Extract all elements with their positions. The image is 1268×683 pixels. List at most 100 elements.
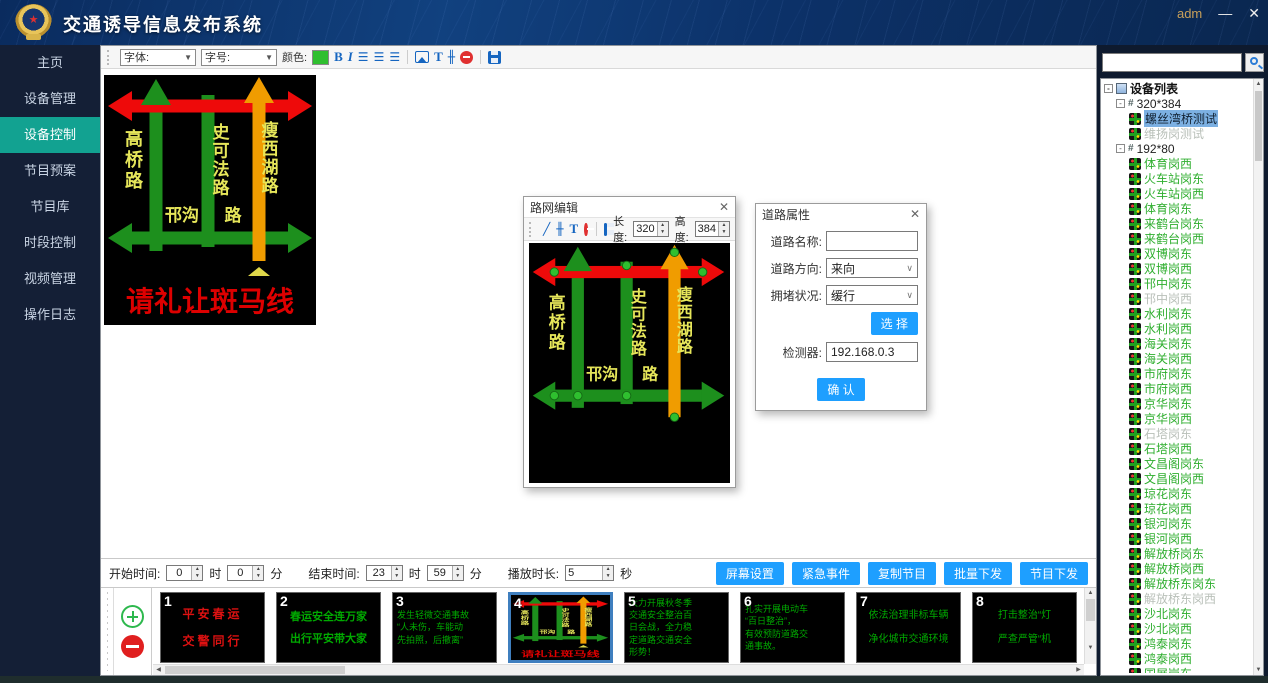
text-tool-button[interactable]: T [569, 221, 578, 237]
search-button[interactable] [1245, 53, 1264, 72]
close-icon[interactable]: ✕ [719, 200, 729, 214]
select-button[interactable]: 选 择 [871, 312, 918, 335]
start-hour-spinner[interactable]: 0▲▼ [166, 565, 203, 581]
tree-node-device[interactable]: 石塔岗东 [1103, 426, 1252, 441]
tree-node-device[interactable]: 沙北岗西 [1103, 621, 1252, 636]
save-button[interactable] [488, 51, 501, 64]
playlist-item[interactable]: 4高桥路史可法路瘦西湖路邗沟路请礼让斑马线 [508, 592, 613, 663]
spinner-up-icon[interactable]: ▲ [392, 566, 402, 573]
tree-node-device[interactable]: 鸿泰岗西 [1103, 651, 1252, 666]
spinner-up-icon[interactable]: ▲ [719, 222, 729, 229]
scroll-up-icon[interactable]: ▲ [1254, 79, 1263, 89]
tree-node-device[interactable]: 来鹤台岗西 [1103, 231, 1252, 246]
align-right-icon[interactable]: ☰ [389, 50, 400, 64]
playlist-item[interactable]: 1平安春运 交警同行 [160, 592, 265, 663]
direction-select[interactable]: 来向∨ [826, 258, 918, 278]
spinner-down-icon[interactable]: ▼ [603, 573, 613, 580]
tree-node-device[interactable]: 解放桥东岗东 [1103, 576, 1252, 591]
confirm-button[interactable]: 确 认 [817, 378, 864, 401]
sidebar-item[interactable]: 时段控制 [0, 225, 100, 261]
image-button[interactable] [415, 51, 429, 63]
action-button[interactable]: 节目下发 [1020, 562, 1088, 585]
tree-scrollbar[interactable]: ▲ ▼ [1253, 79, 1263, 675]
remove-button[interactable] [460, 51, 473, 64]
sidebar-item[interactable]: 设备管理 [0, 81, 100, 117]
spinner-up-icon[interactable]: ▲ [192, 566, 202, 573]
tree-node-device[interactable]: 螺丝湾桥测试 [1103, 111, 1252, 126]
tree-node-device[interactable]: 琼花岗西 [1103, 501, 1252, 516]
spinner-down-icon[interactable]: ▼ [253, 573, 263, 580]
tree-node-device[interactable]: 沙北岗东 [1103, 606, 1252, 621]
align-left-icon[interactable]: ☰ [358, 50, 369, 64]
tree-node-device[interactable]: 来鹤台岗东 [1103, 216, 1252, 231]
scroll-down-icon[interactable]: ▼ [1254, 665, 1263, 675]
tree-node-device[interactable]: 海关岗西 [1103, 351, 1252, 366]
remove-button[interactable] [584, 223, 587, 236]
action-button[interactable]: 紧急事件 [792, 562, 860, 585]
playlist-item[interactable]: 5大力开展秋冬季 交通安全整治百 日会战，全力稳 定道路交通安全 形势！ [624, 592, 729, 663]
tree-node-device[interactable]: 市府岗东 [1103, 366, 1252, 381]
spinner-up-icon[interactable]: ▲ [253, 566, 263, 573]
close-icon[interactable]: ✕ [910, 207, 920, 221]
playlist-item[interactable]: 7依法治理非标车辆 净化城市交通环境 [856, 592, 961, 663]
tree-node-device[interactable]: 琼花岗东 [1103, 486, 1252, 501]
tree-node-device[interactable]: 京华岗西 [1103, 411, 1252, 426]
expand-icon[interactable]: - [1104, 84, 1113, 93]
sidebar-item[interactable]: 设备控制 [0, 117, 100, 153]
tree-node-device[interactable]: 邗中岗东 [1103, 276, 1252, 291]
toolbar-grip[interactable] [107, 50, 111, 65]
action-button[interactable]: 批量下发 [944, 562, 1012, 585]
spinner-up-icon[interactable]: ▲ [453, 566, 463, 573]
duration-spinner[interactable]: 5▲▼ [565, 565, 614, 581]
sidebar-item[interactable]: 节目预案 [0, 153, 100, 189]
scrollbar-thumb[interactable] [1086, 599, 1095, 621]
scroll-up-icon[interactable]: ▲ [1085, 588, 1096, 598]
tree-node-device[interactable]: 解放桥岗西 [1103, 561, 1252, 576]
minimize-button[interactable]: — [1218, 4, 1232, 22]
font-select[interactable]: 字体:▼ [120, 49, 196, 66]
edit-handle[interactable] [670, 413, 678, 421]
tree-node-device[interactable]: 解放桥岗东 [1103, 546, 1252, 561]
bold-button[interactable]: B [334, 49, 343, 65]
add-item-button[interactable] [121, 605, 144, 628]
playlist-item[interactable]: 8打击整治“灯 严查严管“机 [972, 592, 1077, 663]
spinner-down-icon[interactable]: ▼ [192, 573, 202, 580]
align-center-icon[interactable]: ☰ [374, 50, 385, 64]
action-button[interactable]: 屏幕设置 [716, 562, 784, 585]
detector-input[interactable]: 192.168.0.3 [826, 342, 918, 362]
action-button[interactable]: 复制节目 [868, 562, 936, 585]
spinner-down-icon[interactable]: ▼ [658, 229, 668, 236]
road-edit-canvas[interactable]: 高桥路史可法路瘦西湖路邗沟路 [529, 243, 730, 483]
road-diagram[interactable]: 高桥路史可法路瘦西湖路邗沟路 [529, 243, 728, 435]
tree-node-device[interactable]: 火车站岗东 [1103, 171, 1252, 186]
edit-handle[interactable] [698, 268, 706, 276]
distribute-icon[interactable]: ╫ [448, 50, 455, 64]
color-swatch[interactable] [312, 50, 329, 65]
tree-node-device[interactable]: 维扬岗测试 [1103, 126, 1252, 141]
spinner-down-icon[interactable]: ▼ [719, 229, 729, 236]
distribute-icon[interactable]: ╫ [556, 222, 563, 236]
tree-node-device[interactable]: 火车站岗西 [1103, 186, 1252, 201]
end-minute-spinner[interactable]: 59▲▼ [427, 565, 464, 581]
playlist-item[interactable]: 3发生轻微交通事故 “人未伤，车能动 先拍照，后撤离” [392, 592, 497, 663]
remove-item-button[interactable] [121, 635, 144, 658]
tree-node-device[interactable]: 文昌阁岗东 [1103, 456, 1252, 471]
italic-button[interactable]: I [348, 49, 353, 65]
tree-node-device[interactable]: 双博岗东 [1103, 246, 1252, 261]
edit-handle[interactable] [670, 248, 678, 256]
line-tool-button[interactable]: ╱ [543, 222, 550, 236]
end-hour-spinner[interactable]: 23▲▼ [366, 565, 403, 581]
edit-handle[interactable] [622, 261, 630, 269]
scroll-left-icon[interactable]: ◀ [153, 665, 164, 675]
edit-handle[interactable] [550, 268, 558, 276]
length-spinner[interactable]: 320 ▲▼ [633, 221, 668, 237]
congestion-select[interactable]: 缓行∨ [826, 285, 918, 305]
sidebar-item[interactable]: 操作日志 [0, 297, 100, 333]
tree-node-device[interactable]: 解放桥东岗西 [1103, 591, 1252, 606]
device-search-input[interactable] [1102, 53, 1242, 72]
toolbar-grip[interactable] [529, 222, 533, 237]
edit-handle[interactable] [574, 391, 582, 399]
road-name-input[interactable] [826, 231, 918, 251]
tree-node-group[interactable]: -#320*384 [1103, 96, 1252, 111]
save-button[interactable] [604, 223, 607, 236]
